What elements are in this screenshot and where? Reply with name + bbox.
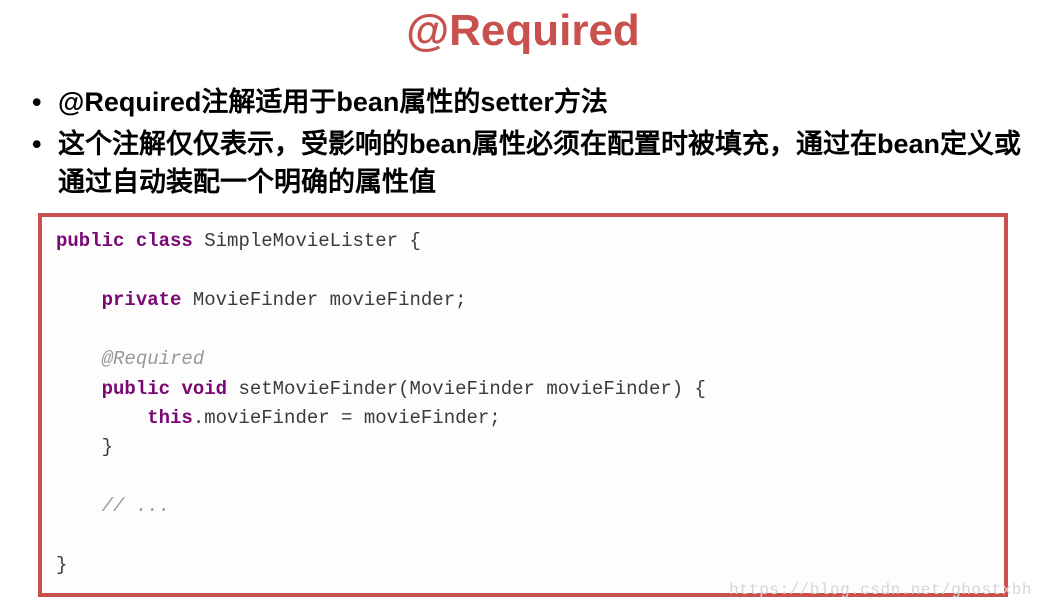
assign-rhs: movieFinder; [364,407,501,429]
paren-open: ( [398,378,409,400]
keyword-public: public [102,378,170,400]
method-name: setMovieFinder [238,378,398,400]
code-block-frame: public class SimpleMovieLister { private… [38,213,1008,596]
field-name: movieFinder [330,289,455,311]
assign-lhs: .movieFinder [193,407,330,429]
assign-eq: = [330,407,364,429]
keyword-class: class [136,230,193,252]
keyword-void: void [181,378,227,400]
watermark: https://blog.csdn.net/ghostxbh [729,581,1032,599]
bullet-item: 这个注解仅仅表示，受影响的bean属性必须在配置时被填充，通过在bean定义或通… [30,126,1026,202]
param-name: movieFinder [546,378,671,400]
keyword-this: this [147,407,193,429]
code-block: public class SimpleMovieLister { private… [56,227,990,580]
paren-close: ) [672,378,683,400]
field-type: MovieFinder [193,289,318,311]
keyword-private: private [102,289,182,311]
comment: // ... [102,495,170,517]
bullet-list: @Required注解适用于bean属性的setter方法 这个注解仅仅表示，受… [0,84,1046,201]
brace-close: } [102,436,113,458]
brace-open: { [683,378,706,400]
keyword-public: public [56,230,124,252]
brace-open: { [398,230,421,252]
semicolon: ; [455,289,466,311]
param-type: MovieFinder [410,378,535,400]
annotation: @Required [102,348,205,370]
slide-title: @Required [0,6,1046,56]
class-name: SimpleMovieLister [204,230,398,252]
bullet-item: @Required注解适用于bean属性的setter方法 [30,84,1026,122]
brace-close: } [56,554,67,576]
